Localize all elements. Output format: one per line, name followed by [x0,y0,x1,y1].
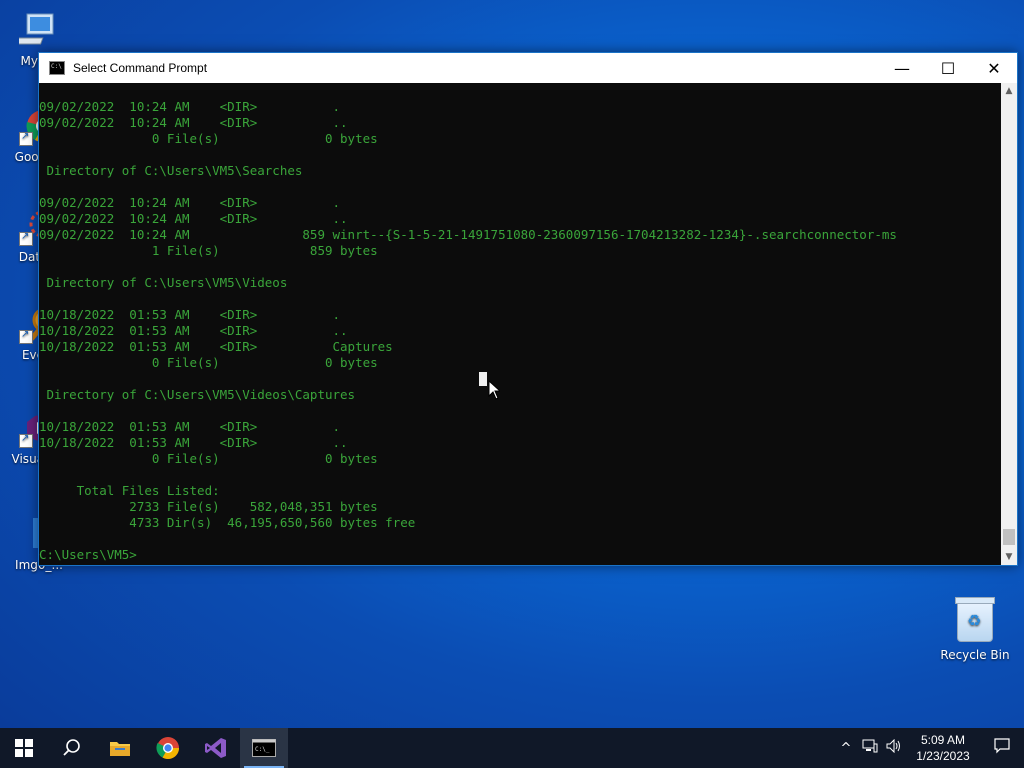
command-prompt-icon: C:\_ [252,739,276,757]
maximize-button[interactable]: ☐ [925,53,971,83]
clock-time: 5:09 AM [920,733,966,747]
minimize-button[interactable]: — [879,53,925,83]
command-prompt-icon [49,61,65,75]
console-line: Directory of C:\Users\VM5\Videos [39,275,288,290]
taskbar: C:\_ ^ 5:09 AM 1/23/2023 [0,728,1024,768]
volume-icon[interactable] [882,738,906,757]
console-line: 0 File(s) 0 bytes [39,355,378,370]
console-line: 10/18/2022 01:53 AM <DIR> .. [39,435,348,450]
scrollbar-thumb[interactable] [1003,529,1015,545]
recycle-bin-icon: ♻ [955,597,995,642]
mouse-pointer-icon [488,379,502,404]
search-icon [63,739,80,756]
console-line: Directory of C:\Users\VM5\Searches [39,163,303,178]
console-line: 10/18/2022 01:53 AM <DIR> .. [39,323,348,338]
clock-date: 1/23/2023 [916,749,970,763]
console-scrollbar[interactable]: ▲ ▼ [1001,83,1017,565]
network-icon[interactable] [858,739,882,757]
console-line: 2733 File(s) 582,048,351 bytes [39,499,378,514]
taskbar-file-explorer[interactable] [96,728,144,768]
console-output[interactable]: 09/02/2022 10:24 AM <DIR> . 09/02/2022 10… [39,83,1001,565]
scroll-down-icon[interactable]: ▼ [1001,549,1017,565]
console-line: 1 File(s) 859 bytes [39,243,378,258]
svg-text:C:\_: C:\_ [255,746,270,753]
shortcut-arrow-icon [19,432,33,448]
console-line: 09/02/2022 10:24 AM <DIR> .. [39,115,348,130]
console-line: 09/02/2022 10:24 AM 859 winrt--{S-1-5-21… [39,227,897,242]
show-hidden-icons-chevron-icon[interactable]: ^ [834,741,858,756]
scroll-up-icon[interactable]: ▲ [1001,83,1017,99]
notification-center-button[interactable] [980,738,1024,758]
notification-icon [994,738,1010,754]
visual-studio-icon [205,738,226,758]
start-icon [15,739,33,757]
console-line: 09/02/2022 10:24 AM <DIR> . [39,99,341,114]
taskbar-visual-studio[interactable] [192,728,240,768]
file-explorer-icon [110,742,130,756]
console-line: 10/18/2022 01:53 AM <DIR> Captures [39,339,393,354]
computer-icon [9,10,59,50]
shortcut-arrow-icon [19,130,33,146]
chrome-icon [156,737,179,759]
console-line: 09/02/2022 10:24 AM <DIR> .. [39,211,348,226]
command-prompt-window[interactable]: Select Command Prompt — ☐ ✕ 09/02/2022 1… [38,52,1018,566]
shortcut-arrow-icon [19,230,33,246]
shortcut-arrow-icon [19,328,33,344]
start-button[interactable] [0,728,48,768]
text-cursor [479,372,487,386]
console-line: Directory of C:\Users\VM5\Videos\Capture… [39,387,356,402]
taskbar-command-prompt[interactable]: C:\_ [240,728,288,768]
console-line: 09/02/2022 10:24 AM <DIR> . [39,195,341,210]
console-line: 0 File(s) 0 bytes [39,451,378,466]
desktop-icon-recycle-bin[interactable]: ♻ Recycle Bin [938,597,1012,662]
console-line: 10/18/2022 01:53 AM <DIR> . [39,419,341,434]
taskbar-chrome[interactable] [144,728,192,768]
taskbar-clock[interactable]: 5:09 AM 1/23/2023 [906,732,980,764]
recycle-bin-label: Recycle Bin [940,648,1010,662]
console-line: C:\Users\VM5> [39,547,137,562]
search-button[interactable] [48,728,96,768]
close-button[interactable]: ✕ [971,53,1017,83]
console-line: 0 File(s) 0 bytes [39,131,378,146]
console-line: 4733 Dir(s) 46,195,650,560 bytes free [39,515,416,530]
console-line: 10/18/2022 01:53 AM <DIR> . [39,307,341,322]
window-titlebar[interactable]: Select Command Prompt — ☐ ✕ [39,53,1017,83]
window-title: Select Command Prompt [73,61,208,75]
console-line: Total Files Listed: [39,483,220,498]
